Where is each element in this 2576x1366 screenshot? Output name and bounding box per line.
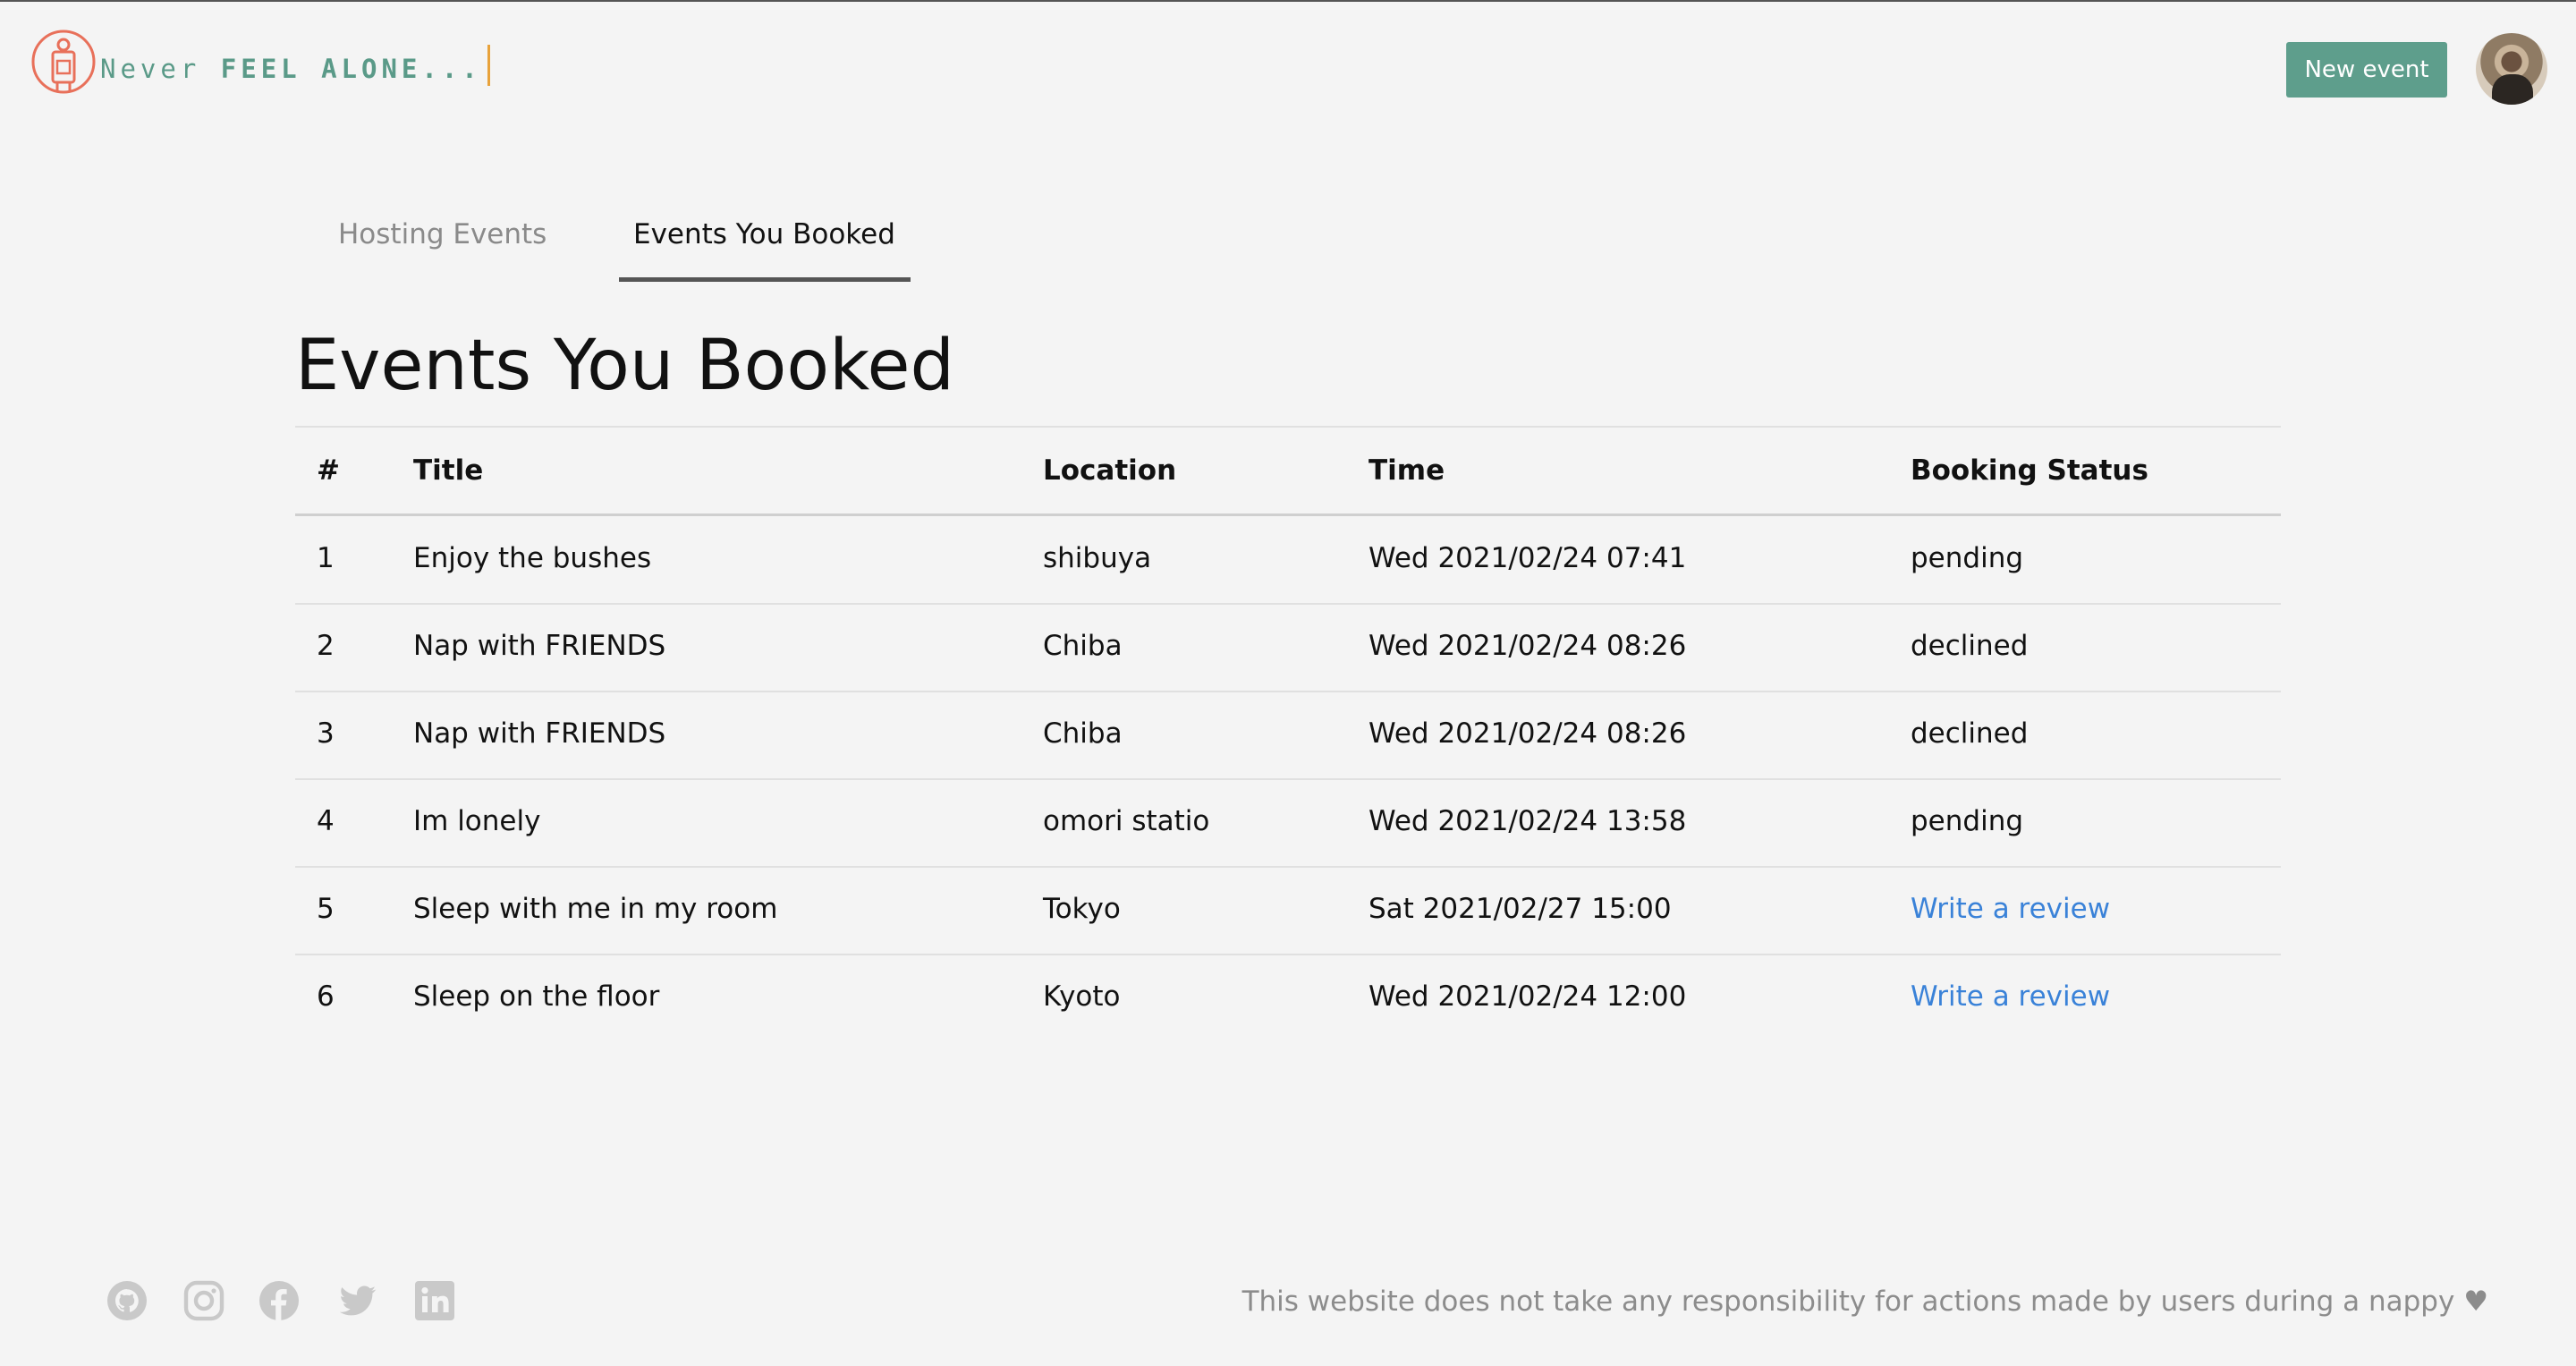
header-title: Title — [413, 454, 484, 487]
disclaimer-text: This website does not take any responsib… — [1241, 1285, 2455, 1318]
linkedin-icon[interactable] — [413, 1279, 456, 1322]
row-time: Wed 2021/02/24 08:26 — [1368, 717, 1687, 750]
row-location: omori statio — [1043, 805, 1210, 837]
row-status: declined — [1911, 717, 2029, 750]
row-num: 4 — [317, 805, 335, 837]
new-event-button[interactable]: New event — [2286, 42, 2447, 98]
row-divider — [295, 778, 2281, 780]
row-status: pending — [1911, 542, 2024, 574]
footer-disclaimer: This website does not take any responsib… — [1242, 1285, 2488, 1318]
row-location: Tokyo — [1043, 893, 1121, 925]
header-time: Time — [1368, 454, 1445, 487]
tab-events-you-booked[interactable]: Events You Booked — [633, 218, 895, 250]
github-icon[interactable] — [106, 1279, 148, 1322]
row-title: Nap with FRIENDS — [413, 630, 666, 662]
row-time: Wed 2021/02/24 13:58 — [1368, 805, 1687, 837]
row-title: Nap with FRIENDS — [413, 717, 666, 750]
row-location: Kyoto — [1043, 980, 1121, 1013]
facebook-icon[interactable] — [258, 1279, 301, 1322]
brand-word-feel-alone: FEEL ALONE... — [220, 54, 482, 84]
brand-text: Never FEEL ALONE... — [100, 45, 490, 91]
row-divider — [295, 954, 2281, 955]
row-time: Wed 2021/02/24 07:41 — [1368, 542, 1687, 574]
row-num: 1 — [317, 542, 335, 574]
row-num: 6 — [317, 980, 335, 1013]
row-title: Im lonely — [413, 805, 541, 837]
table-top-border — [295, 426, 2281, 428]
header-num: # — [317, 454, 340, 487]
typing-caret — [487, 45, 490, 86]
header-location: Location — [1043, 454, 1177, 487]
write-review-link[interactable]: Write a review — [1911, 893, 2110, 925]
header-booking-status: Booking Status — [1911, 454, 2148, 487]
instagram-icon[interactable] — [182, 1279, 225, 1322]
row-location: Chiba — [1043, 630, 1123, 662]
row-title: Enjoy the bushes — [413, 542, 652, 574]
active-tab-indicator — [619, 277, 911, 282]
write-review-link[interactable]: Write a review — [1911, 980, 2110, 1013]
row-divider — [295, 866, 2281, 868]
page-title: Events You Booked — [295, 326, 954, 406]
brand-word-never: Never — [100, 54, 201, 84]
row-title: Sleep on the floor — [413, 980, 660, 1013]
row-status: declined — [1911, 630, 2029, 662]
row-time: Wed 2021/02/24 12:00 — [1368, 980, 1687, 1013]
logo-icon[interactable] — [30, 29, 97, 95]
row-time: Sat 2021/02/27 15:00 — [1368, 893, 1672, 925]
row-location: Chiba — [1043, 717, 1123, 750]
row-status: pending — [1911, 805, 2024, 837]
row-num: 2 — [317, 630, 335, 662]
window-top-border — [0, 0, 2576, 2]
row-location: shibuya — [1043, 542, 1152, 574]
twitter-icon[interactable] — [336, 1279, 379, 1322]
tab-hosting-events[interactable]: Hosting Events — [338, 218, 547, 250]
row-divider — [295, 603, 2281, 605]
row-title: Sleep with me in my room — [413, 893, 778, 925]
row-num: 5 — [317, 893, 335, 925]
row-num: 3 — [317, 717, 335, 750]
avatar[interactable] — [2476, 33, 2547, 105]
table-header-divider — [295, 513, 2281, 516]
row-time: Wed 2021/02/24 08:26 — [1368, 630, 1687, 662]
heart-icon: ♥ — [2463, 1285, 2488, 1318]
row-divider — [295, 691, 2281, 692]
